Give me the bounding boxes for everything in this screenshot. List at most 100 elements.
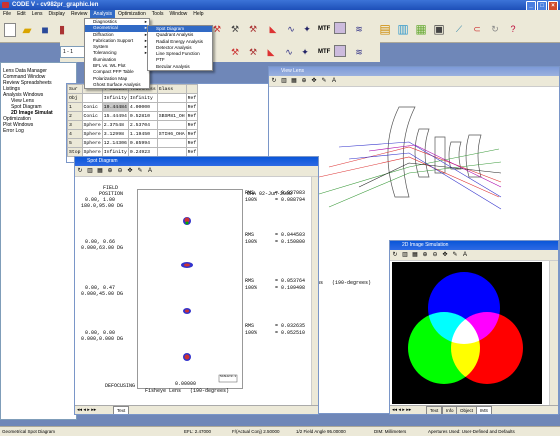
table-cell[interactable]: 3 [67, 120, 83, 130]
spot-scrollbar[interactable] [311, 177, 318, 406]
wave-icon-2[interactable]: ≋ [352, 45, 366, 59]
new-file-icon[interactable] [4, 23, 16, 37]
ray-icon[interactable]: ⟋ [452, 22, 466, 36]
table-row[interactable]: 2 Conic 15.44494 0.52810 SBSM81_OH Ref [67, 111, 199, 121]
table-cell[interactable]: Conic [81, 111, 103, 121]
tab-ims[interactable]: IMS [476, 406, 493, 414]
hammer-icon-3[interactable]: ⚒ [246, 45, 260, 59]
table-cell[interactable]: Ref [185, 93, 199, 103]
copy-icon[interactable]: ▦ [290, 77, 298, 85]
submenu-item[interactable]: Bezular Analysis [148, 64, 212, 70]
print-icon[interactable]: ▥ [86, 167, 94, 175]
book-stack-icon[interactable]: ▤ [378, 22, 392, 36]
menu-display[interactable]: Display [46, 10, 68, 18]
open-folder-icon[interactable]: ▰ [20, 23, 34, 37]
table-cell[interactable]: Sphere [81, 138, 103, 148]
table-cell[interactable] [81, 93, 103, 103]
tree-item[interactable]: Error Log [3, 128, 74, 134]
tab-text[interactable]: Text [113, 406, 130, 414]
table-cell[interactable]: 15.44494 [101, 111, 129, 121]
table-cell[interactable]: 19.44484 [101, 102, 129, 112]
zoom-out-icon[interactable]: ⊖ [431, 251, 439, 259]
print-icon[interactable]: ▦ [414, 22, 428, 36]
text-icon[interactable]: A [330, 77, 338, 85]
psf-icon[interactable] [334, 22, 346, 34]
rotate-icon[interactable]: ↻ [488, 22, 502, 36]
table-cell[interactable]: 5 [67, 138, 83, 148]
table-cell[interactable]: 3.12998 [101, 129, 129, 139]
spot-icon[interactable]: ✦ [300, 22, 314, 36]
table-cell[interactable]: Ref [185, 111, 199, 121]
menu-optimization[interactable]: Optimization [115, 10, 149, 18]
hammer-icon-2[interactable]: ⚒ [228, 45, 242, 59]
table-cell[interactable]: 12.14306 [101, 138, 129, 148]
hammer3-icon[interactable]: ⚒ [246, 22, 260, 36]
table-row[interactable]: 5 Sphere 12.14306 0.85994 Ref [67, 138, 199, 148]
tab-object[interactable]: Object [456, 406, 478, 414]
table-cell[interactable]: Ref [185, 102, 199, 112]
table-cell[interactable]: Conic [81, 102, 103, 112]
refresh-icon[interactable]: ↻ [270, 77, 278, 85]
table-cell[interactable] [156, 120, 187, 130]
beam-icon[interactable]: ◣ [266, 22, 280, 36]
menu-analysis[interactable]: Analysis [90, 10, 115, 18]
lens-icon[interactable]: ⊂ [470, 22, 484, 36]
tab-nav-arrows[interactable]: ◂◂ ◂ ▸ ▸▸ [392, 407, 411, 413]
zoom-icon[interactable]: ⊕ [300, 77, 308, 85]
tab-nav-arrows[interactable]: ◂◂ ◂ ▸ ▸▸ [77, 407, 96, 413]
table-cell[interactable]: 2 [67, 111, 83, 121]
menu-tools[interactable]: Tools [149, 10, 167, 18]
zoom-in-icon[interactable]: ⊕ [421, 251, 429, 259]
table-cell[interactable]: 0.85994 [127, 138, 158, 148]
mtf-button-2[interactable]: MTF [318, 49, 330, 55]
menu-item[interactable]: Ghost Surface Analysis [85, 82, 149, 88]
zoom-out-icon[interactable]: ⊖ [116, 167, 124, 175]
table-cell[interactable]: 4 [67, 129, 83, 139]
pen-icon[interactable]: ✎ [136, 167, 144, 175]
print-icon[interactable]: ▥ [280, 77, 288, 85]
table-cell[interactable]: 1 [67, 102, 83, 112]
table-cell[interactable]: STIH6_OHA [156, 129, 187, 139]
book-icon[interactable]: ▮ [55, 23, 69, 37]
table-row[interactable]: 1 Conic 19.44484 4.00000 Ref [67, 102, 199, 112]
text-icon[interactable]: A [146, 167, 154, 175]
table-cell[interactable]: Obj [67, 93, 83, 103]
table-cell[interactable]: Ref [185, 120, 199, 130]
table-cell[interactable]: Sphere [81, 120, 103, 130]
table-cell[interactable]: Infinity [101, 93, 129, 103]
table-cell[interactable]: 2.37548 [101, 120, 129, 130]
table-cell[interactable]: 2.53704 [127, 120, 158, 130]
table-cell[interactable]: 0.52810 [127, 111, 158, 121]
curve-icon[interactable]: ∿ [284, 22, 298, 36]
pen-icon[interactable]: ✎ [320, 77, 328, 85]
table-row[interactable]: 3 Sphere 2.37548 2.53704 Ref [67, 120, 199, 130]
psf-icon-2[interactable] [334, 45, 346, 57]
table-cell[interactable] [156, 102, 187, 112]
pen-icon[interactable]: ✎ [451, 251, 459, 259]
table-cell[interactable]: Sphere [81, 129, 103, 139]
table-cell[interactable]: Ref [185, 138, 199, 148]
table-cell[interactable]: Infinity [127, 93, 158, 103]
table-cell[interactable]: Ref [185, 129, 199, 139]
monitor-icon[interactable]: ▣ [432, 22, 446, 36]
sim-scrollbar[interactable] [549, 261, 558, 406]
pan-icon[interactable]: ✥ [310, 77, 318, 85]
help-icon[interactable]: ? [506, 22, 520, 36]
menu-lens[interactable]: Lens [29, 10, 46, 18]
menu-help[interactable]: Help [190, 10, 206, 18]
copy-icon[interactable]: ▦ [96, 167, 104, 175]
table-row[interactable]: 4 Sphere 3.12998 1.19450 STIH6_OHA Ref [67, 129, 199, 139]
table-cell[interactable] [156, 138, 187, 148]
menu-review[interactable]: Review [68, 10, 90, 18]
print-icon[interactable]: ▥ [401, 251, 409, 259]
pan-icon[interactable]: ✥ [441, 251, 449, 259]
table-cell[interactable]: 4.00000 [127, 102, 158, 112]
curve-icon-2[interactable]: ∿ [282, 45, 296, 59]
wave-icon[interactable]: ≋ [352, 22, 366, 36]
table-cell[interactable]: SBSM81_OH [156, 111, 187, 121]
pan-icon[interactable]: ✥ [126, 167, 134, 175]
menu-edit[interactable]: Edit [14, 10, 29, 18]
zoom-in-icon[interactable]: ⊕ [106, 167, 114, 175]
menu-file[interactable]: File [0, 10, 14, 18]
mtf-button[interactable]: MTF [318, 26, 330, 32]
